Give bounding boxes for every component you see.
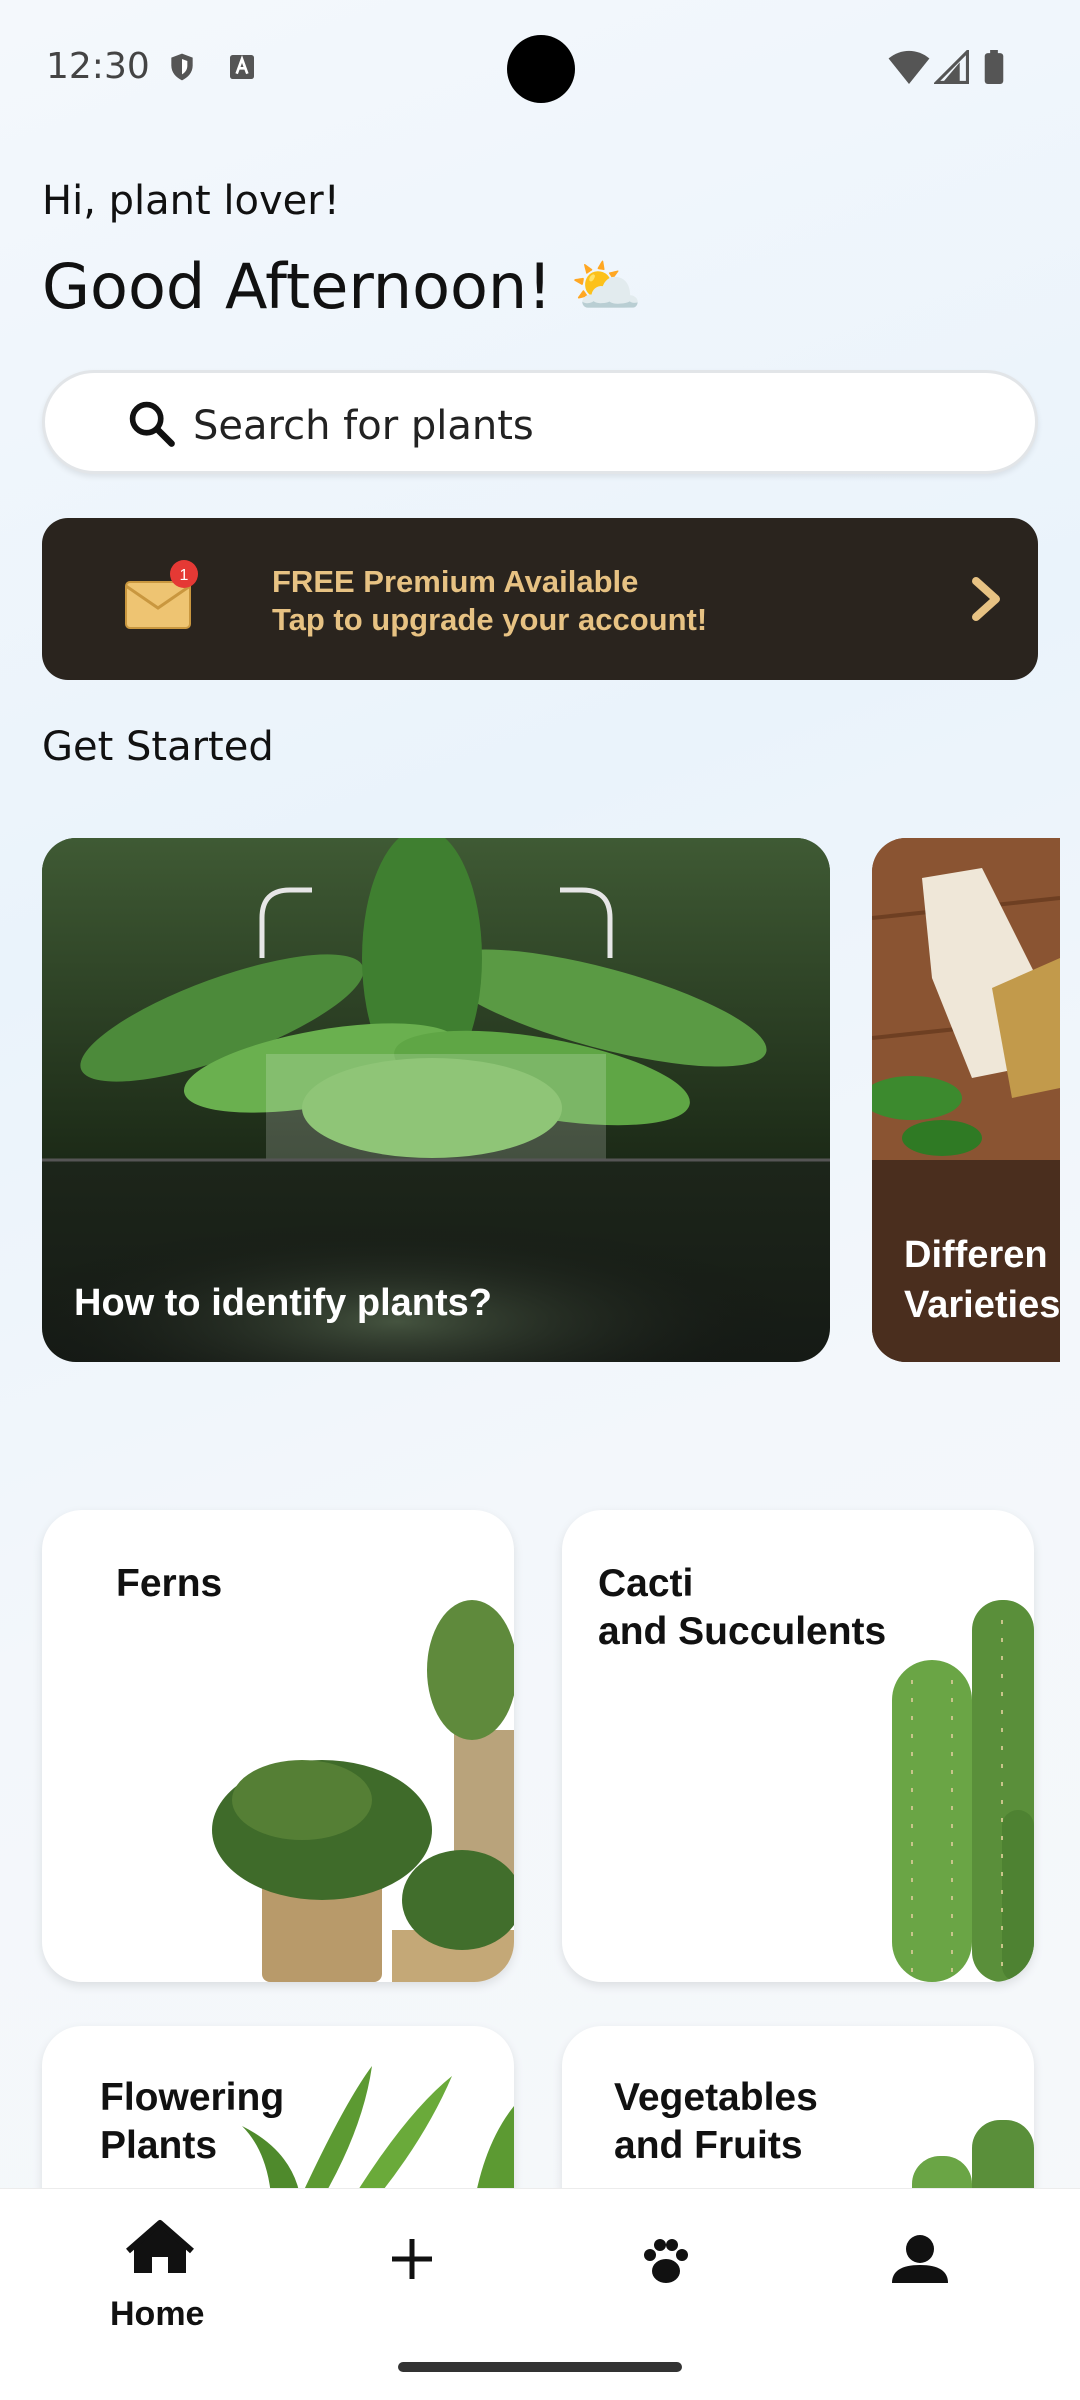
category-ferns[interactable]: Ferns <box>42 1510 514 1982</box>
cactus-image <box>892 1600 1034 1982</box>
status-time: 12:30 <box>46 46 150 87</box>
camera-cutout <box>507 35 575 103</box>
signal-icon <box>934 50 969 84</box>
profile-icon <box>892 2235 948 2283</box>
weather-icon: ⛅ <box>570 252 643 320</box>
title-text: Good Afternoon! <box>42 250 553 323</box>
category-cacti[interactable]: Cacti and Succulents <box>562 1510 1034 1982</box>
search-placeholder: Search for plants <box>193 403 534 449</box>
guide-card-label: How to identify plants? <box>74 1282 492 1324</box>
nav-profile[interactable] <box>860 2217 980 2337</box>
nav-home[interactable]: Home <box>100 2217 220 2337</box>
page-title: Good Afternoon! ⛅ <box>42 250 642 323</box>
promo-title: FREE Premium Available <box>272 564 639 599</box>
home-indicator[interactable] <box>398 2362 682 2372</box>
chevron-right-icon <box>972 577 1000 621</box>
nav-home-label: Home <box>110 2295 205 2333</box>
paw-icon <box>644 2239 688 2283</box>
guide-card-label: Differen Varieties <box>904 1234 1060 1326</box>
greeting-text: Hi, plant lover! <box>42 178 340 224</box>
home-icon <box>126 2220 194 2273</box>
guide-card-identify[interactable]: How to identify plants? <box>42 838 830 1362</box>
shield-icon <box>171 53 193 81</box>
guide-card-varieties[interactable]: Differen Varieties <box>872 838 1060 1362</box>
a-icon <box>230 55 254 79</box>
section-title-get-started: Get Started <box>42 724 274 770</box>
battery-icon <box>984 50 1004 84</box>
add-icon <box>392 2239 432 2279</box>
notification-badge: 1 <box>180 567 189 584</box>
nav-add[interactable] <box>352 2217 472 2337</box>
nav-pets[interactable] <box>606 2217 726 2337</box>
status-bar: 12:30 <box>0 0 1080 140</box>
mail-icon: 1 <box>125 560 198 629</box>
fern-image <box>212 1600 514 1982</box>
search-icon <box>129 401 175 447</box>
wifi-icon <box>888 50 930 84</box>
premium-banner[interactable]: 1 FREE Premium Available Tap to upgrade … <box>42 518 1038 680</box>
search-input[interactable]: Search for plants <box>42 370 1038 474</box>
promo-subtitle: Tap to upgrade your account! <box>272 602 708 637</box>
